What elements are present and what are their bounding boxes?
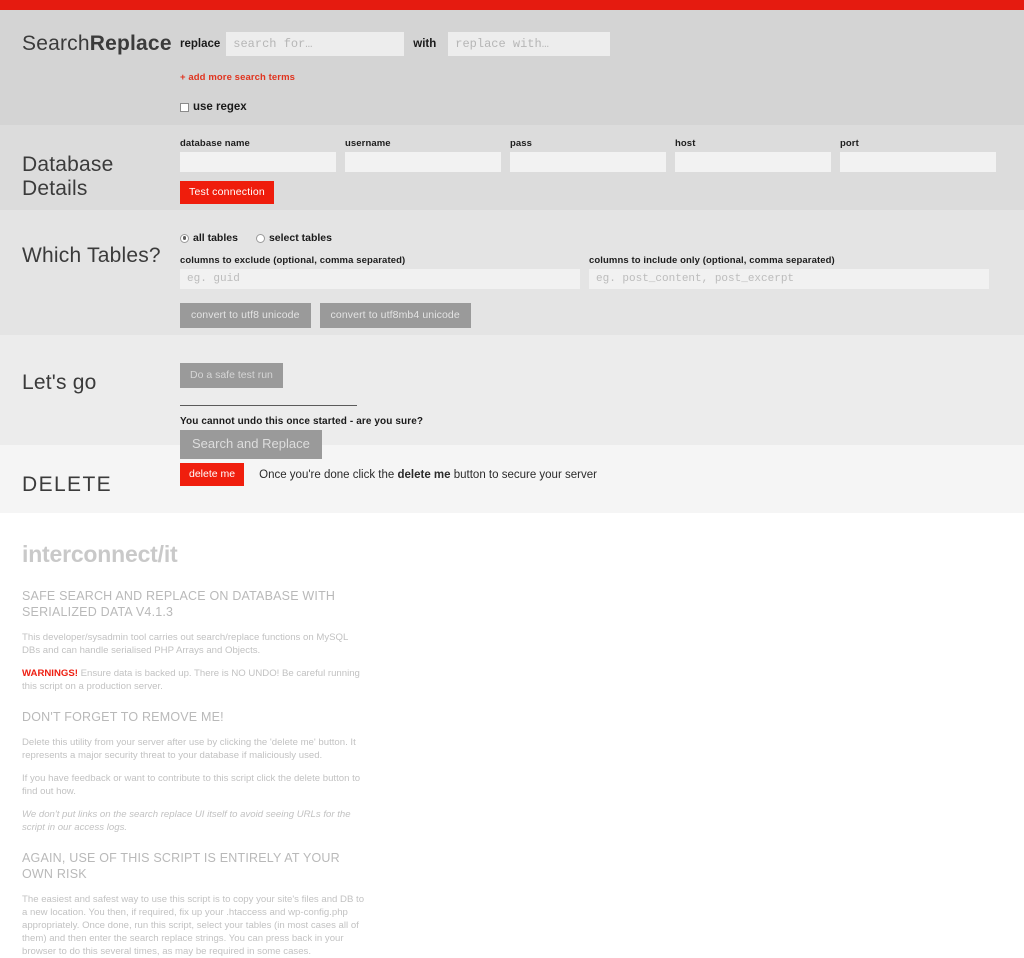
pass-group: pass — [510, 138, 666, 172]
pass-field[interactable] — [510, 152, 666, 172]
add-more-search-terms-link[interactable]: + add more search terms — [180, 72, 295, 83]
search-input[interactable] — [226, 32, 405, 56]
database-details-section: Database Details database name username … — [0, 125, 1024, 210]
footer-info: interconnect/it SAFE SEARCH AND REPLACE … — [0, 513, 1024, 958]
username-label: username — [345, 138, 391, 149]
convert-buttons-row: convert to utf8 unicode convert to utf8m… — [180, 303, 1004, 328]
columns-inputs: columns to exclude (optional, comma sepa… — [180, 255, 1004, 289]
which-tables-section: Which Tables? all tables select tables c… — [0, 210, 1024, 335]
database-title-line1: Database — [22, 153, 114, 176]
radio-all-tables[interactable] — [180, 233, 189, 243]
page-root: SearchReplace replace with + add more se… — [0, 0, 1024, 958]
radio-select-tables[interactable] — [255, 233, 265, 243]
database-name-field[interactable] — [180, 152, 336, 172]
use-regex-checkbox[interactable] — [180, 102, 189, 112]
columns-exclude-input[interactable] — [180, 269, 580, 289]
search-replace-row: replace with — [180, 32, 1004, 56]
delete-title: DELETE — [22, 473, 113, 496]
host-label: host — [675, 138, 696, 149]
section-divider — [180, 405, 357, 406]
footer-para-1: This developer/sysadmin tool carries out… — [22, 632, 348, 656]
lets-go-body: Do a safe test run You cannot undo this … — [180, 363, 1024, 459]
which-tables-body: all tables select tables columns to excl… — [180, 232, 1024, 328]
port-field[interactable] — [840, 152, 996, 172]
database-details-body: database name username pass host port Te… — [180, 138, 1024, 204]
footer-heading-3: AGAIN, USE OF THIS SCRIPT IS ENTIRELY AT… — [22, 851, 340, 881]
columns-include-label: columns to include only (optional, comma… — [589, 255, 835, 266]
dry-run-button[interactable]: Do a safe test run — [180, 363, 283, 388]
top-red-bar — [0, 0, 1024, 10]
delete-body: delete me Once you're done click the del… — [180, 463, 1024, 486]
convert-utf8-button[interactable]: convert to utf8 unicode — [180, 303, 311, 328]
columns-include-input[interactable] — [589, 269, 989, 289]
title-bold: Replace — [89, 32, 172, 55]
undo-warning-text: You cannot undo this once started - are … — [180, 416, 424, 427]
port-group: port — [840, 138, 996, 172]
delete-note-after: button to secure your server — [450, 468, 597, 481]
columns-exclude-label: columns to exclude (optional, comma sepa… — [180, 255, 406, 266]
footer-heading-2: DON'T FORGET TO REMOVE ME! — [22, 710, 224, 724]
radio-select-tables-label: select tables — [268, 232, 332, 244]
search-replace-section: SearchReplace replace with + add more se… — [0, 10, 1024, 125]
delete-me-button[interactable]: delete me — [180, 463, 245, 486]
database-fields: database name username pass host port — [180, 138, 1004, 172]
username-group: username — [345, 138, 501, 172]
database-details-title: Database Details — [0, 138, 180, 201]
footer-para-2: Delete this utility from your server aft… — [22, 737, 356, 761]
use-regex-label: use regex — [193, 101, 247, 113]
pass-label: pass — [510, 138, 533, 149]
delete-note: Once you're done click the delete me but… — [259, 469, 597, 481]
database-name-label: database name — [180, 138, 250, 149]
footer-para-3: If you have feedback or want to contribu… — [22, 773, 361, 797]
host-field[interactable] — [675, 152, 831, 172]
database-title-line2: Details — [22, 177, 88, 200]
lets-go-title: Let's go — [22, 371, 97, 394]
table-scope-radio-group: all tables select tables — [180, 232, 1004, 244]
convert-utf8mb4-button[interactable]: convert to utf8mb4 unicode — [319, 303, 471, 328]
replace-label: replace — [180, 38, 221, 50]
footer-warning-para: WARNINGS! Ensure data is backed up. Ther… — [22, 667, 367, 693]
port-label: port — [840, 138, 859, 149]
delete-note-bold: delete me — [397, 468, 451, 481]
use-regex-row[interactable]: use regex — [180, 101, 1004, 113]
footer-para-4: We don't put links on the search replace… — [22, 809, 351, 833]
search-replace-body: replace with + add more search terms use… — [180, 32, 1024, 113]
title-light: Search — [22, 32, 90, 55]
search-replace-title: SearchReplace — [0, 32, 180, 56]
warnings-label: WARNINGS! — [22, 668, 78, 679]
which-tables-title: Which Tables? — [22, 244, 161, 267]
delete-row: delete me Once you're done click the del… — [180, 463, 1004, 486]
delete-note-before: Once you're done click the — [259, 468, 398, 481]
columns-exclude-group: columns to exclude (optional, comma sepa… — [180, 255, 580, 289]
footer-heading-1: SAFE SEARCH AND REPLACE ON DATABASE WITH… — [22, 589, 336, 619]
footer-para-5: The easiest and safest way to use this s… — [22, 894, 365, 957]
radio-all-tables-label: all tables — [193, 232, 238, 244]
test-connection-button[interactable]: Test connection — [180, 181, 274, 204]
replace-input[interactable] — [448, 32, 611, 56]
search-and-replace-button[interactable]: Search and Replace — [180, 430, 322, 459]
database-name-group: database name — [180, 138, 336, 172]
with-label: with — [413, 38, 437, 50]
host-group: host — [675, 138, 831, 172]
columns-include-group: columns to include only (optional, comma… — [589, 255, 989, 289]
lets-go-section: Let's go Do a safe test run You cannot u… — [0, 335, 1024, 459]
brand-title: interconnect/it — [22, 541, 178, 567]
username-field[interactable] — [345, 152, 501, 172]
